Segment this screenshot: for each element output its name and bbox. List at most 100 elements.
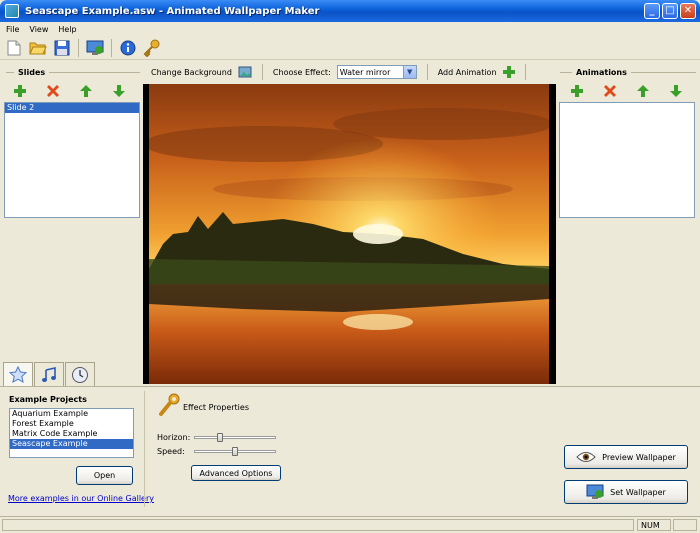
animations-list[interactable] xyxy=(559,102,695,218)
toolbar-separator xyxy=(111,38,112,57)
toolbar-separator xyxy=(78,38,79,57)
settings-button[interactable] xyxy=(142,38,162,58)
about-button[interactable] xyxy=(118,38,138,58)
delete-slide-button[interactable] xyxy=(43,82,63,100)
bottom-panel: Example Projects Aquarium Example Forest… xyxy=(0,386,700,516)
slides-title: Slides xyxy=(18,68,46,77)
minimize-icon: _ xyxy=(649,5,655,16)
window-controls: _ □ ✕ xyxy=(644,3,696,19)
speed-label: Speed: xyxy=(157,447,185,456)
speed-slider-thumb[interactable] xyxy=(232,447,238,456)
open-example-label: Open xyxy=(93,471,116,480)
slides-toolbar xyxy=(10,82,129,100)
toolbar-separator xyxy=(524,64,526,80)
minimize-button[interactable]: _ xyxy=(644,3,660,19)
image-icon[interactable] xyxy=(238,66,252,78)
example-projects-title: Example Projects xyxy=(9,395,87,404)
move-animation-down-button[interactable] xyxy=(666,82,686,100)
set-wallpaper-icon xyxy=(86,40,104,55)
animations-header: Animations xyxy=(560,68,696,77)
effect-select[interactable]: Water mirror ▼ xyxy=(336,65,417,79)
add-animation-item-button[interactable] xyxy=(567,82,587,100)
effect-properties-title: Effect Properties xyxy=(183,403,249,412)
header-rule xyxy=(560,72,572,73)
maximize-button[interactable]: □ xyxy=(662,3,678,19)
chevron-down-icon[interactable]: ▼ xyxy=(402,66,416,78)
preview-wallpaper-button[interactable]: Preview Wallpaper xyxy=(564,445,688,469)
list-item[interactable]: Forest Example xyxy=(10,419,133,429)
change-background-button[interactable]: Change Background xyxy=(151,68,232,77)
list-item[interactable]: Slide 2 xyxy=(5,103,139,113)
set-wallpaper-button[interactable]: Set Wallpaper xyxy=(564,480,688,504)
add-slide-button[interactable] xyxy=(10,82,30,100)
move-slide-down-button[interactable] xyxy=(109,82,129,100)
panel-divider xyxy=(144,391,145,507)
arrow-down-icon xyxy=(113,85,125,97)
close-button[interactable]: ✕ xyxy=(680,3,696,19)
list-item[interactable]: Seascape Example xyxy=(10,439,133,449)
header-rule xyxy=(6,72,14,73)
menu-bar: File View Help xyxy=(0,22,700,36)
panel-tabs xyxy=(3,362,95,386)
info-icon xyxy=(120,40,136,55)
arrow-up-icon xyxy=(80,85,92,97)
set-wallpaper-label: Set Wallpaper xyxy=(610,487,666,497)
preview-wallpaper-label: Preview Wallpaper xyxy=(602,452,676,462)
save-button[interactable] xyxy=(52,38,72,58)
delete-icon xyxy=(604,85,616,97)
list-item[interactable]: Matrix Code Example xyxy=(10,429,133,439)
music-note-icon xyxy=(42,366,56,382)
new-button[interactable] xyxy=(4,38,24,58)
slides-list[interactable]: Slide 2 xyxy=(4,102,140,218)
example-projects-list[interactable]: Aquarium Example Forest Example Matrix C… xyxy=(9,408,134,458)
slides-header: Slides xyxy=(6,68,140,77)
maximize-icon: □ xyxy=(665,5,675,16)
close-icon: ✕ xyxy=(683,5,693,16)
set-wallpaper-toolbar-button[interactable] xyxy=(85,38,105,58)
open-button[interactable] xyxy=(28,38,48,58)
menu-file[interactable]: File xyxy=(6,25,19,34)
move-slide-up-button[interactable] xyxy=(76,82,96,100)
animations-toolbar xyxy=(567,82,686,100)
plus-icon xyxy=(571,85,583,97)
settings-key-icon xyxy=(143,39,160,57)
save-icon xyxy=(54,40,70,55)
online-gallery-link[interactable]: More examples in our Online Gallery xyxy=(8,494,154,503)
header-rule xyxy=(49,72,140,73)
add-animation-button[interactable]: Add Animation xyxy=(438,68,497,77)
arrow-down-icon xyxy=(670,85,682,97)
app-icon xyxy=(5,4,19,18)
wrench-icon xyxy=(159,393,180,416)
advanced-options-button[interactable]: Advanced Options xyxy=(191,465,281,481)
open-example-button[interactable]: Open xyxy=(76,466,133,485)
horizon-slider[interactable] xyxy=(194,436,276,439)
plus-icon xyxy=(14,85,26,97)
horizon-slider-thumb[interactable] xyxy=(216,433,223,442)
set-wallpaper-icon xyxy=(586,484,604,499)
toolbar-separator xyxy=(261,64,263,80)
list-item[interactable]: Aquarium Example xyxy=(10,409,133,419)
move-animation-up-button[interactable] xyxy=(633,82,653,100)
plus-icon[interactable] xyxy=(502,66,515,78)
status-bar: NUM xyxy=(0,516,700,533)
status-num: NUM xyxy=(637,519,671,531)
effect-select-value: Water mirror xyxy=(339,67,391,77)
open-folder-icon xyxy=(29,42,47,54)
header-rule xyxy=(630,72,696,73)
tab-examples[interactable] xyxy=(3,362,33,386)
tab-music[interactable] xyxy=(34,362,64,386)
menu-help[interactable]: Help xyxy=(58,25,76,34)
star-icon xyxy=(9,365,27,383)
choose-effect-label: Choose Effect: xyxy=(272,67,331,77)
seascape-image xyxy=(143,84,556,384)
tab-clock[interactable] xyxy=(65,362,95,386)
animations-title: Animations xyxy=(576,68,627,77)
wallpaper-preview[interactable] xyxy=(143,84,556,384)
menu-view[interactable]: View xyxy=(29,25,48,34)
delete-animation-button[interactable] xyxy=(600,82,620,100)
main-toolbar xyxy=(0,36,700,60)
toolbar-separator xyxy=(426,64,428,80)
status-grip[interactable] xyxy=(673,519,697,531)
horizon-label: Horizon: xyxy=(157,433,191,442)
clock-icon xyxy=(72,366,88,383)
